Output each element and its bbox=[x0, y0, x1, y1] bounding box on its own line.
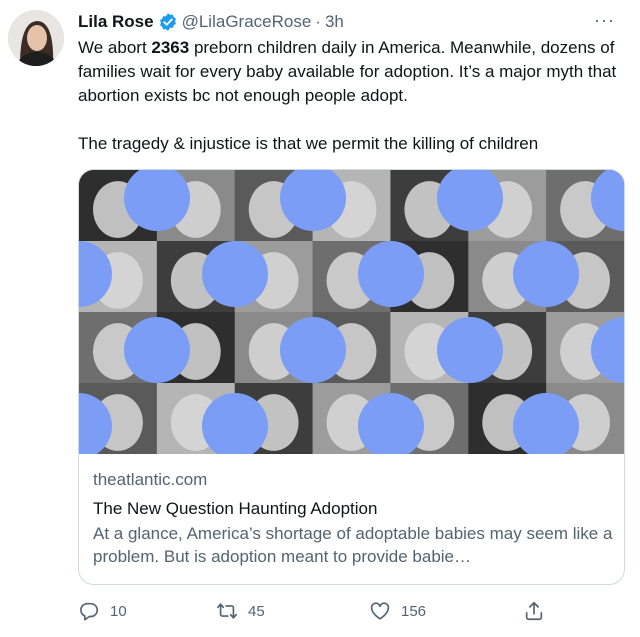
more-options-icon[interactable]: ··· bbox=[594, 10, 615, 31]
author-name[interactable]: Lila Rose bbox=[78, 12, 154, 32]
reply-button[interactable]: 10 bbox=[78, 596, 127, 626]
like-button[interactable]: 156 bbox=[369, 596, 426, 626]
share-icon bbox=[525, 601, 543, 621]
link-preview-card[interactable]: theatlantic.com The New Question Hauntin… bbox=[78, 169, 625, 585]
author-handle[interactable]: @LilaGraceRose bbox=[182, 12, 312, 32]
card-title: The New Question Haunting Adoption bbox=[93, 499, 378, 518]
card-description: At a glance, America’s shortage of adopt… bbox=[93, 524, 613, 566]
share-button[interactable] bbox=[523, 596, 555, 626]
reply-icon bbox=[80, 602, 99, 621]
blue-dot-overlay bbox=[358, 241, 424, 307]
card-domain: theatlantic.com bbox=[93, 470, 208, 489]
like-count: 156 bbox=[401, 602, 427, 620]
heart-icon bbox=[370, 602, 390, 620]
tweet-text-bold-number: 2363 bbox=[151, 38, 190, 57]
tweet-actions: 10 45 156 bbox=[78, 596, 548, 626]
verified-badge-icon bbox=[158, 12, 178, 32]
tweet-paragraph-2: The tragedy & injustice is that we permi… bbox=[78, 134, 539, 153]
author-avatar[interactable] bbox=[8, 10, 64, 66]
tweet-text-segment: We abort bbox=[78, 38, 152, 57]
blue-dot-overlay bbox=[437, 317, 503, 383]
card-meta: theatlantic.com The New Question Hauntin… bbox=[79, 454, 624, 568]
tweet-paragraph-1: We abort 2363 preborn children daily in … bbox=[78, 36, 626, 108]
tweet-timestamp[interactable]: 3h bbox=[325, 12, 344, 32]
retweet-count: 45 bbox=[248, 602, 265, 620]
tweet-text: We abort 2363 preborn children daily in … bbox=[78, 36, 626, 156]
blue-dot-overlay bbox=[202, 241, 268, 307]
retweet-button[interactable]: 45 bbox=[216, 596, 265, 626]
blue-dot-overlay bbox=[124, 317, 190, 383]
reply-count: 10 bbox=[110, 602, 127, 620]
retweet-icon bbox=[217, 603, 237, 619]
header-separator: · bbox=[315, 12, 321, 31]
blue-dot-overlay bbox=[280, 317, 346, 383]
tweet-header: Lila Rose @LilaGraceRose · 3h ··· bbox=[78, 10, 623, 34]
blue-dot-overlay bbox=[513, 241, 579, 307]
card-image bbox=[79, 170, 624, 454]
avatar-image bbox=[8, 10, 64, 66]
